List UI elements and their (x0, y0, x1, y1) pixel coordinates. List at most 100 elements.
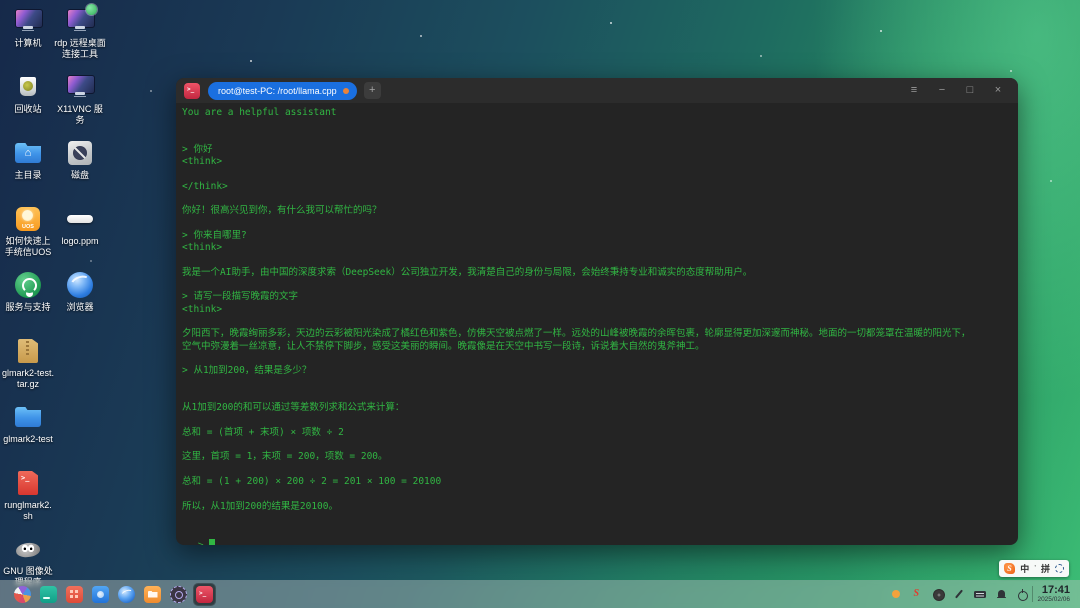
terminal-line (182, 193, 1012, 205)
desktop-icon[interactable]: rdp 远程桌面连接工具 (54, 6, 106, 70)
desktop-icon[interactable]: 浏览器 (54, 270, 106, 334)
dock-item[interactable] (168, 584, 189, 605)
input-method-bar[interactable]: 中 ’ 拼 (999, 560, 1069, 577)
terminal-line (182, 378, 1012, 390)
new-tab-button[interactable]: + (364, 82, 381, 99)
tray-icon[interactable] (911, 588, 923, 600)
desktop-icon-label: 如何快速上手统信UOS (2, 236, 54, 257)
tray-divider (1032, 586, 1033, 602)
desktop-icon-label: X11VNC 服务 (54, 104, 106, 125)
tab-activity-dot-icon[interactable] (343, 88, 349, 94)
terminal-line: > 你来自哪里? (182, 230, 1012, 242)
dock-item[interactable] (90, 584, 111, 605)
desktop-icon[interactable]: UOS 如何快速上手统信UOS (2, 204, 54, 268)
window-controls: ≡ − □ × (900, 78, 1012, 103)
dock-icon (66, 586, 83, 603)
desktop-icon-label: glmark2-test.tar.gz (2, 368, 54, 389)
dock-icon (40, 586, 57, 603)
desktop-icon[interactable]: 计算机 (2, 6, 54, 70)
desktop-icon[interactable]: glmark2-test.tar.gz (2, 336, 54, 400)
window-control-button[interactable]: □ (956, 78, 984, 103)
terminal-line (182, 464, 1012, 476)
window-control-button[interactable]: × (984, 78, 1012, 103)
terminal-tab-title: root@test-PC: /root/llama.cpp (218, 86, 337, 96)
clock-time: 17:41 (1037, 585, 1070, 596)
terminal-line (182, 168, 1012, 180)
terminal-line: 所以，从1加到200的结果是20100。 (182, 501, 1012, 513)
terminal-line: 空气中弥漫着一丝凉意，让人不禁停下脚步，感受这美丽的瞬间。晚霞像是在天空中书写一… (182, 341, 1012, 353)
terminal-line: 总和 = (1 + 200) × 200 ÷ 2 = 201 × 100 = 2… (182, 476, 1012, 488)
terminal-line (182, 513, 1012, 525)
terminal-line (182, 119, 1012, 131)
clock-date: 2025/02/06 (1037, 597, 1070, 604)
desktop-icon-image (13, 138, 43, 168)
desktop-icon[interactable]: runglmark2.sh (2, 468, 54, 532)
tray-icon[interactable] (1016, 588, 1028, 600)
dock-item[interactable] (116, 584, 137, 605)
dock-item[interactable] (142, 584, 163, 605)
icon-badge: UOS (13, 224, 43, 230)
desktop-icon[interactable]: 磁盘 (54, 138, 106, 202)
ime-layout-label[interactable]: 拼 (1041, 562, 1050, 575)
terminal-line (182, 439, 1012, 451)
desktop-icon-label: runglmark2.sh (2, 500, 54, 521)
dock-icon (196, 586, 213, 603)
dock-icon (144, 586, 161, 603)
terminal-line: 我是一个AI助手，由中国的深度求索（DeepSeek）公司独立开发，我清楚自己的… (182, 267, 1012, 279)
ime-settings-gear-icon[interactable] (1055, 564, 1064, 573)
terminal-line (182, 132, 1012, 144)
dock-item[interactable] (194, 584, 215, 605)
terminal-line: 这里，首项 = 1，末项 = 200，项数 = 200。 (182, 451, 1012, 463)
terminal-line: > 从1加到200，结果是多少？ (182, 365, 1012, 377)
desktop-icon-image (65, 204, 95, 234)
desktop-icon-label: logo.ppm (54, 236, 106, 247)
desktop-icon[interactable]: 回收站 (2, 72, 54, 136)
desktop-icon-image (65, 72, 95, 102)
terminal-cursor (209, 539, 215, 545)
system-tray (890, 588, 1028, 600)
desktop-icon-image (13, 468, 43, 498)
desktop-icon-image (13, 534, 43, 564)
dock-item[interactable] (12, 584, 33, 605)
tray-icon[interactable] (953, 588, 965, 600)
terminal-tab[interactable]: root@test-PC: /root/llama.cpp (208, 82, 357, 100)
terminal-line: > 你好 (182, 144, 1012, 156)
terminal-prompt: > (198, 540, 209, 545)
desktop-icon-label: 回收站 (2, 104, 54, 115)
desktop-icon-image: UOS (13, 204, 43, 234)
terminal-line: <think> (182, 304, 1012, 316)
dock-icon (118, 586, 135, 603)
desktop-icon-label: rdp 远程桌面连接工具 (54, 38, 106, 59)
desktop-icon-label: 磁盘 (54, 170, 106, 181)
window-control-button[interactable]: ≡ (900, 78, 928, 103)
desktop-icon-image (13, 336, 43, 366)
desktop-icon[interactable]: 服务与支持 (2, 270, 54, 334)
terminal-titlebar[interactable]: root@test-PC: /root/llama.cpp + ≡ − □ × (176, 78, 1018, 103)
terminal-app-icon (184, 83, 200, 99)
clock[interactable]: 17:41 2025/02/06 (1037, 585, 1072, 604)
ime-punct-label[interactable]: ’ (1034, 564, 1036, 573)
tray-icon[interactable] (890, 588, 902, 600)
tray-icon[interactable] (995, 588, 1007, 600)
desktop-icon-label: glmark2-test (2, 434, 54, 445)
terminal-line: 夕阳西下，晚霞绚丽多彩，天边的云彩被阳光染成了橘红色和紫色，仿佛天空被点燃了一样… (182, 328, 1012, 340)
ime-mode-label[interactable]: 中 (1020, 562, 1029, 575)
tray-icon[interactable] (974, 588, 986, 600)
terminal-line (182, 279, 1012, 291)
wallpaper-stars (0, 0, 2, 2)
dock-icon (92, 586, 109, 603)
terminal-line: 你好！很高兴见到你，有什么我可以帮忙的吗？ (182, 205, 1012, 217)
dock-item[interactable] (38, 584, 59, 605)
terminal-line (182, 316, 1012, 328)
terminal-output[interactable]: You are a helpful assistant > 你好 <think>… (176, 103, 1018, 545)
terminal-line (182, 488, 1012, 500)
desktop-icon[interactable]: 主目录 (2, 138, 54, 202)
desktop-icon-label: 计算机 (2, 38, 54, 49)
desktop-icon[interactable]: X11VNC 服务 (54, 72, 106, 136)
window-control-button[interactable]: − (928, 78, 956, 103)
desktop-icon[interactable]: glmark2-test (2, 402, 54, 466)
desktop-icon[interactable]: logo.ppm (54, 204, 106, 268)
terminal-window: root@test-PC: /root/llama.cpp + ≡ − □ × … (176, 78, 1018, 545)
tray-icon[interactable] (932, 588, 944, 600)
dock-item[interactable] (64, 584, 85, 605)
